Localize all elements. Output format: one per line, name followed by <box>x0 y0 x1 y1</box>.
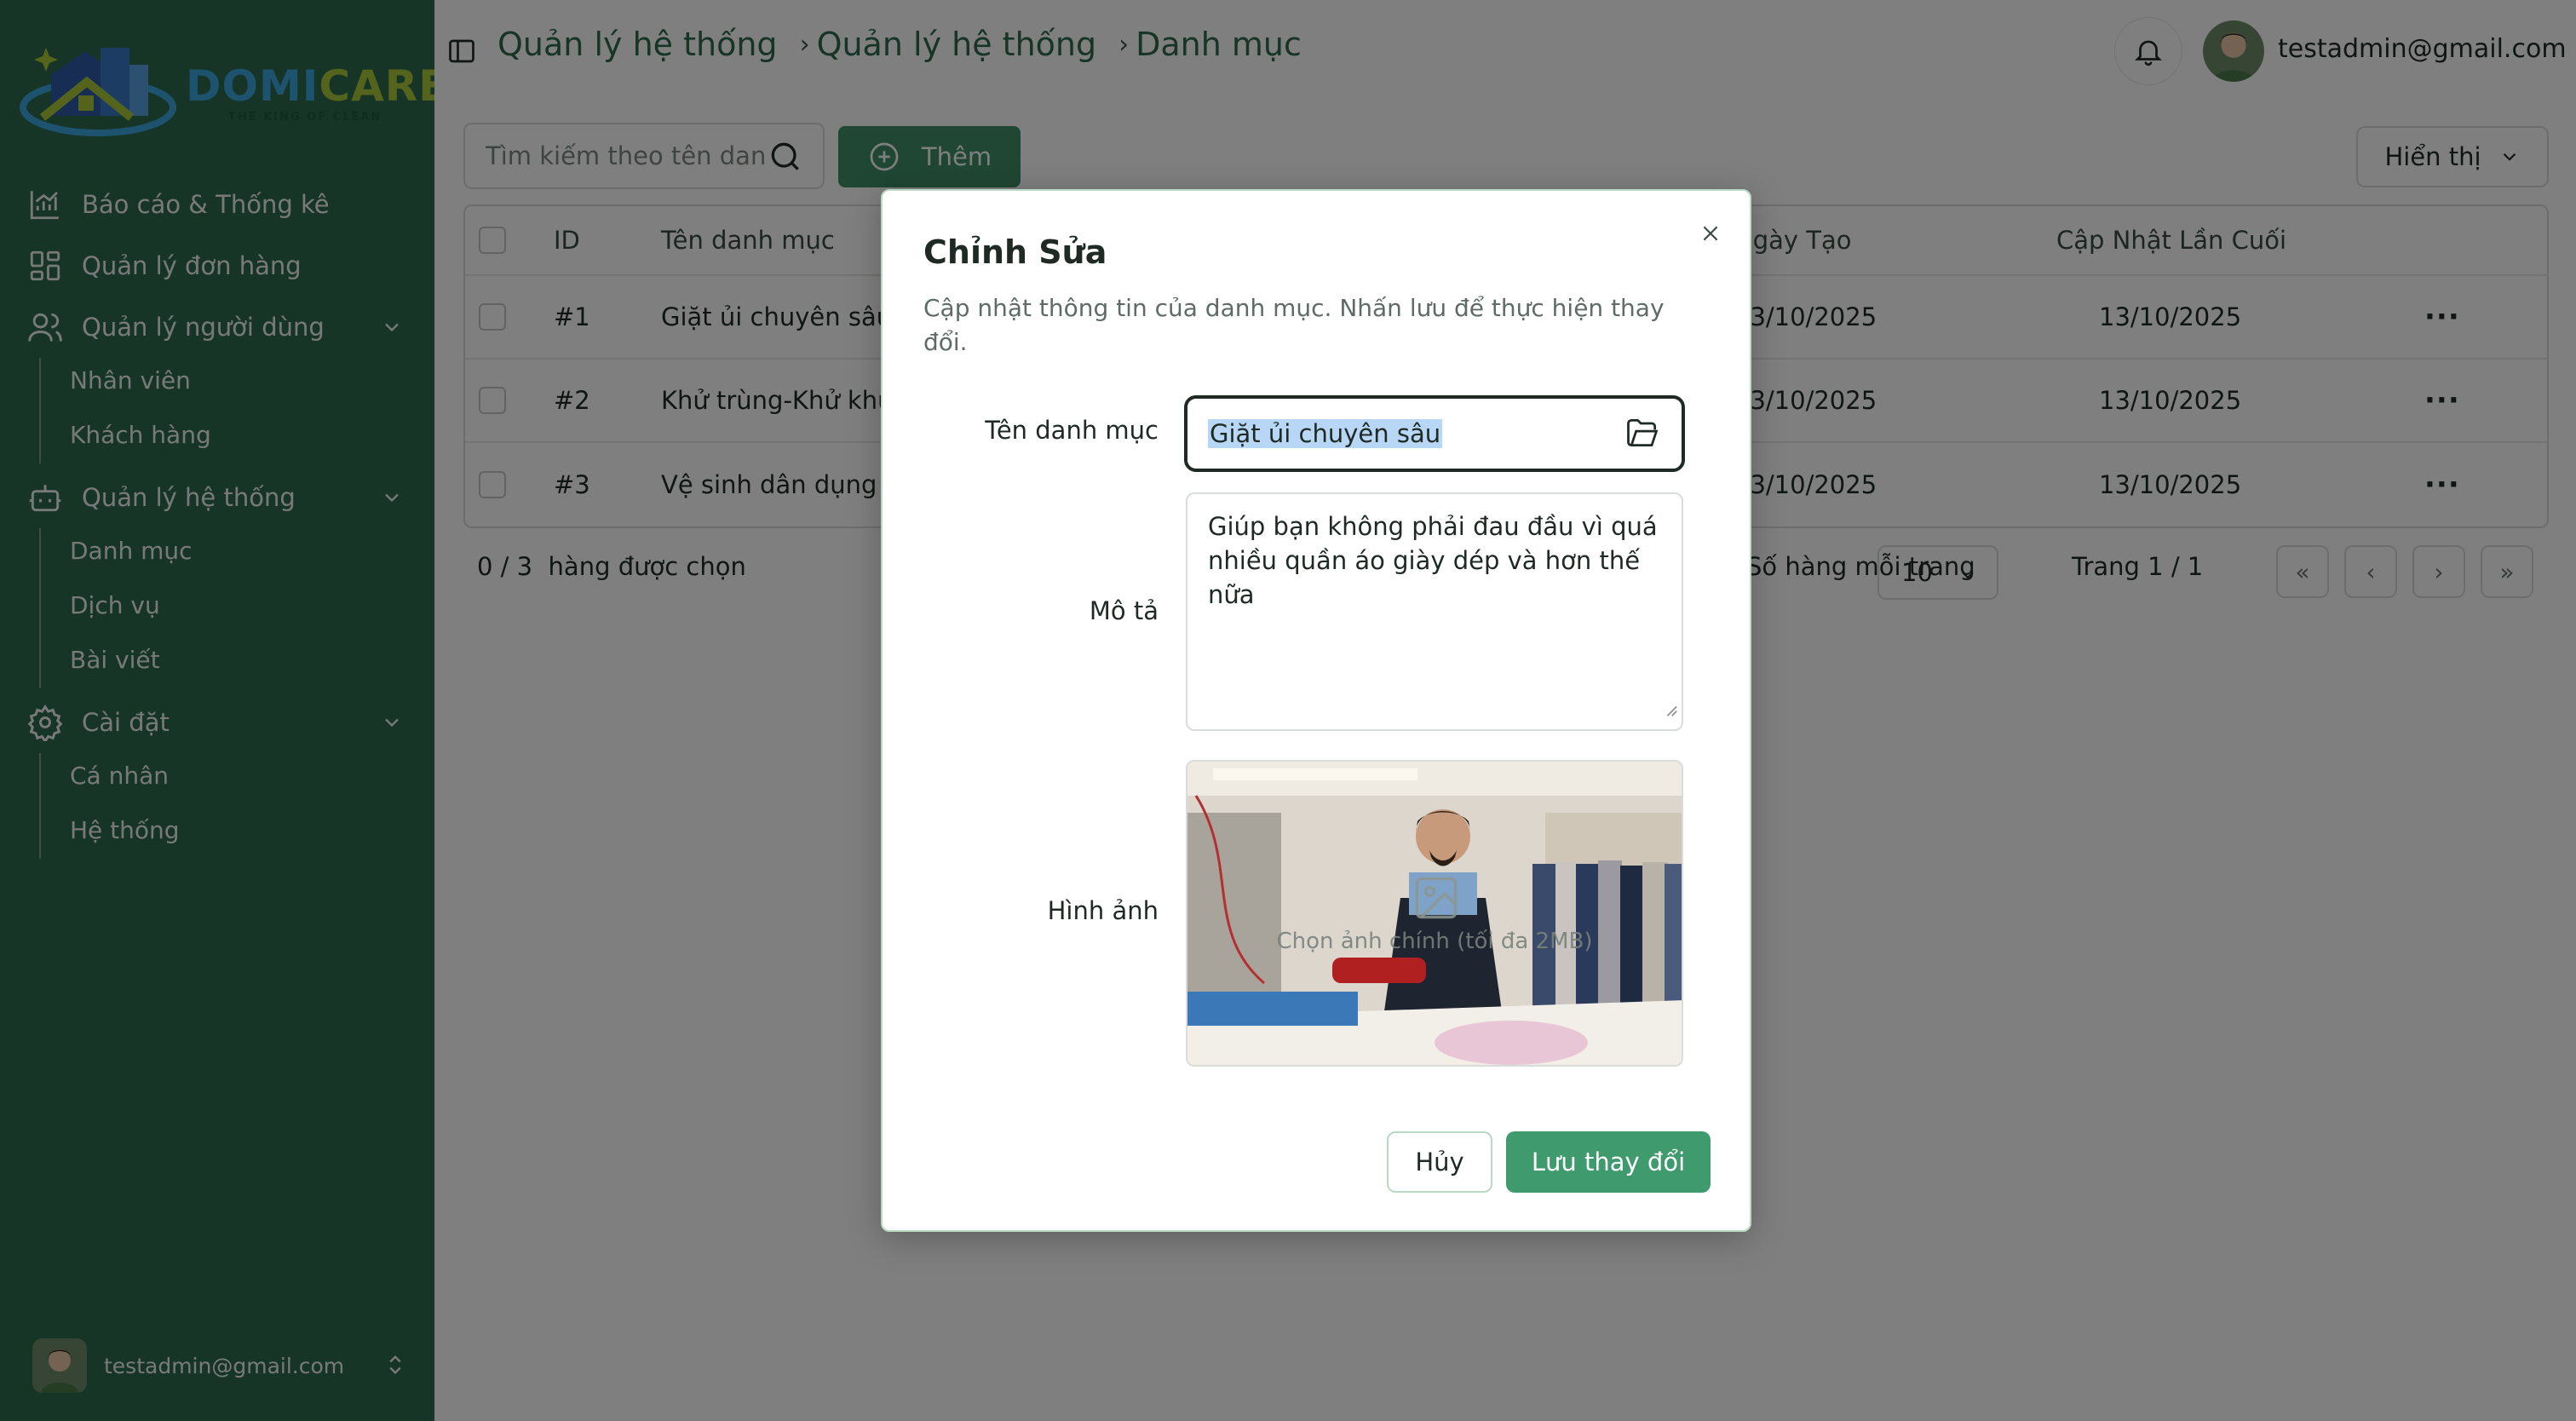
description-value: Giúp bạn không phải đau đầu vì quá nhiều… <box>1208 512 1658 609</box>
image-label: Hình ảnh <box>1047 896 1159 925</box>
category-name-field[interactable]: Giặt ủi chuyên sâu <box>1184 395 1685 472</box>
resize-handle-icon[interactable] <box>1663 692 1678 726</box>
description-textarea[interactable]: Giúp bạn không phải đau đầu vì quá nhiều… <box>1186 492 1683 731</box>
close-button[interactable] <box>1693 216 1728 250</box>
cancel-button[interactable]: Hủy <box>1387 1131 1492 1193</box>
edit-category-dialog: Chỉnh Sửa Cập nhật thông tin của danh mụ… <box>881 189 1751 1232</box>
name-label: Tên danh mục <box>985 416 1159 445</box>
dialog-title: Chỉnh Sửa <box>923 233 1107 271</box>
description-label: Mô tả <box>1089 596 1159 625</box>
save-changes-button[interactable]: Lưu thay đổi <box>1506 1131 1711 1193</box>
folder-icon[interactable] <box>1622 414 1663 455</box>
image-upload-hint: Chọn ảnh chính (tối đa 2MB) <box>1276 929 1593 954</box>
close-icon <box>1703 226 1718 241</box>
image-upload[interactable]: Chọn ảnh chính (tối đa 2MB) <box>1186 760 1683 1067</box>
category-name-value: Giặt ủi chuyên sâu <box>1208 419 1443 448</box>
dialog-description: Cập nhật thông tin của danh mục. Nhấn lư… <box>923 294 1665 356</box>
image-upload-icon <box>1411 872 1462 927</box>
